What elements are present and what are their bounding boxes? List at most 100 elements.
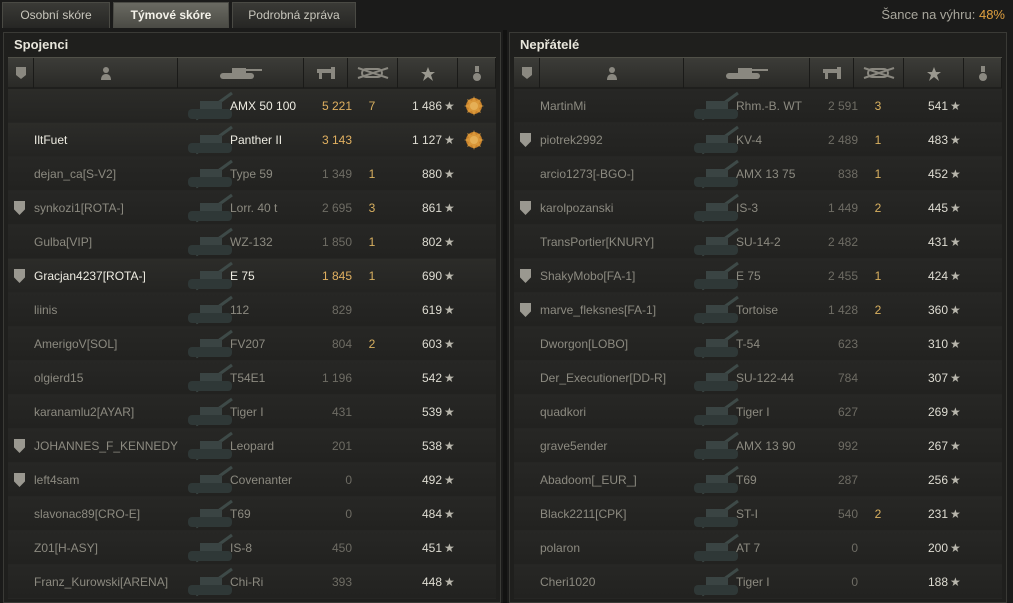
player-row[interactable]: Gulba[VIP] WZ-132 1 850 1 802 ★ bbox=[8, 225, 496, 259]
tank-name: T69 bbox=[230, 507, 251, 521]
player-row[interactable]: Der_Executioner[DD-R] SU-122-44 784 307 ★ bbox=[514, 361, 1002, 395]
tank-name: Panther II bbox=[230, 133, 283, 147]
points-value: 307 bbox=[927, 371, 948, 385]
medal-cell bbox=[969, 395, 997, 429]
player-row[interactable]: quadkori Tiger I 627 269 ★ bbox=[514, 395, 1002, 429]
kills-value bbox=[363, 531, 381, 565]
medal-cell bbox=[969, 191, 997, 225]
kills-value: 2 bbox=[368, 337, 376, 351]
tank-name: Tiger I bbox=[736, 405, 770, 419]
enemies-panel: Nepřátelé MartinMi Rhm.-B. WT 2 591 3 541 ★ pi… bbox=[509, 32, 1007, 603]
tab-detailed-report[interactable]: Podrobná zpráva bbox=[232, 2, 356, 28]
player-row[interactable]: AmerigoV[SOL] FV207 804 2 603 ★ bbox=[8, 327, 496, 361]
star-icon: ★ bbox=[444, 405, 455, 419]
tank-name: E 75 bbox=[736, 269, 761, 283]
kills-value bbox=[363, 123, 381, 157]
player-row[interactable]: liinis 112 829 619 ★ bbox=[8, 293, 496, 327]
clan-badge-icon bbox=[14, 269, 25, 283]
kills-value: 1 bbox=[874, 133, 882, 147]
player-row[interactable]: synkozi1[ROTA-] Lorr. 40 t 2 695 3 861 ★ bbox=[8, 191, 496, 225]
player-row[interactable]: Cheri1020 Tiger I 0 188 ★ bbox=[514, 565, 1002, 599]
player-row[interactable]: dejan_ca[S-V2] Type 59 1 349 1 880 ★ bbox=[8, 157, 496, 191]
column-header-tank[interactable] bbox=[684, 58, 810, 88]
column-header-damage[interactable] bbox=[810, 58, 854, 88]
player-row[interactable]: olgierd15 T54E1 1 196 542 ★ bbox=[8, 361, 496, 395]
points-value: 492 bbox=[421, 473, 442, 487]
tank-name: Type 59 bbox=[230, 167, 273, 181]
column-header-tank[interactable] bbox=[178, 58, 304, 88]
tank-name: Tortoise bbox=[736, 303, 779, 317]
enemies-rows: MartinMi Rhm.-B. WT 2 591 3 541 ★ piotrek2992 K… bbox=[514, 89, 1002, 599]
badge-cell bbox=[520, 225, 534, 259]
star-icon: ★ bbox=[444, 167, 455, 181]
kills-value: 1 bbox=[368, 167, 376, 181]
column-header-player[interactable] bbox=[540, 58, 684, 88]
kills-value: 1 bbox=[368, 269, 376, 283]
achievement-medal-icon[interactable] bbox=[463, 130, 485, 154]
points-value: 267 bbox=[927, 439, 948, 453]
player-row[interactable]: Franz_Kurowski[ARENA] Chi-Ri 393 448 ★ bbox=[8, 565, 496, 599]
column-header-kills[interactable] bbox=[348, 58, 398, 88]
column-header-badge[interactable] bbox=[8, 58, 34, 88]
column-header-badge[interactable] bbox=[514, 58, 540, 88]
player-row[interactable]: IltFuet Panther II 3 143 1 127 ★ bbox=[8, 123, 496, 157]
tab-team-score[interactable]: Týmové skóre bbox=[113, 2, 229, 28]
player-row[interactable]: Black2211[CPK] ST-I 540 2 231 ★ bbox=[514, 497, 1002, 531]
badge-cell bbox=[520, 463, 534, 497]
points-value: 483 bbox=[927, 133, 948, 147]
player-name: Gulba[VIP] bbox=[34, 235, 93, 249]
player-row[interactable]: AMX 50 100 5 221 7 1 486★ 2 bbox=[8, 89, 496, 123]
player-row[interactable]: left4sam Covenanter 0 492 ★ bbox=[8, 463, 496, 497]
points-icon bbox=[926, 66, 942, 85]
player-row[interactable]: arcio1273[-BGO-] AMX 13 75 838 1 452 ★ bbox=[514, 157, 1002, 191]
column-header-damage[interactable] bbox=[304, 58, 348, 88]
player-row[interactable]: Gracjan4237[ROTA-] E 75 1 845 1 690 ★ bbox=[8, 259, 496, 293]
tab-personal-score[interactable]: Osobní skóre bbox=[2, 2, 110, 28]
column-header-kills[interactable] bbox=[854, 58, 904, 88]
points-value: 256 bbox=[927, 473, 948, 487]
column-header-medal[interactable] bbox=[964, 58, 1002, 88]
badge-cell bbox=[14, 497, 28, 531]
medal-cell bbox=[463, 327, 491, 361]
points-value: 619 bbox=[421, 303, 442, 317]
player-row[interactable]: JOHANNES_F_KENNEDY Leopard 201 538 ★ bbox=[8, 429, 496, 463]
points-value: 451 bbox=[421, 541, 442, 555]
column-header-player[interactable] bbox=[34, 58, 178, 88]
medal-cell bbox=[463, 157, 491, 191]
player-row[interactable]: Abadoom[_EUR_] T69 287 256 ★ bbox=[514, 463, 1002, 497]
player-row[interactable]: TransPortier[KNURY] SU-14-2 2 482 431 ★ bbox=[514, 225, 1002, 259]
badge-cell bbox=[14, 565, 28, 599]
player-row[interactable]: grave5ender AMX 13 90 992 267 ★ bbox=[514, 429, 1002, 463]
medal-cell bbox=[969, 89, 997, 123]
achievement-medal-icon[interactable]: 2 bbox=[463, 96, 485, 120]
player-row[interactable]: ShakyMobo[FA-1] E 75 2 455 1 424 ★ bbox=[514, 259, 1002, 293]
tank-name: Chi-Ri bbox=[230, 575, 264, 589]
medal-cell bbox=[463, 191, 491, 225]
column-header-medal[interactable] bbox=[458, 58, 496, 88]
kills-value bbox=[363, 395, 381, 429]
player-row[interactable]: piotrek2992 KV-4 2 489 1 483 ★ bbox=[514, 123, 1002, 157]
player-row[interactable]: slavonac89[CRO-E] T69 0 484 ★ bbox=[8, 497, 496, 531]
column-header-points[interactable] bbox=[398, 58, 458, 88]
star-icon: ★ bbox=[950, 269, 961, 283]
player-row[interactable]: marve_fleksnes[FA-1] Tortoise 1 428 2 360 ★ bbox=[514, 293, 1002, 327]
player-row[interactable]: Dworgon[LOBO] T-54 623 310 ★ bbox=[514, 327, 1002, 361]
player-name: IltFuet bbox=[34, 133, 68, 147]
points-value: 310 bbox=[927, 337, 948, 351]
player-row[interactable]: karanamlu2[AYAR] Tiger I 431 539 ★ bbox=[8, 395, 496, 429]
player-name: arcio1273[-BGO-] bbox=[540, 167, 635, 181]
tank-name: Leopard bbox=[230, 439, 275, 453]
player-name: polaron bbox=[540, 541, 581, 555]
allies-title: Spojenci bbox=[14, 37, 69, 52]
player-row[interactable]: MartinMi Rhm.-B. WT 2 591 3 541 ★ bbox=[514, 89, 1002, 123]
badge-cell bbox=[14, 89, 28, 123]
column-header-points[interactable] bbox=[904, 58, 964, 88]
player-row[interactable]: polaron AT 7 0 200 ★ bbox=[514, 531, 1002, 565]
star-icon: ★ bbox=[444, 473, 455, 487]
player-name: Dworgon[LOBO] bbox=[540, 337, 629, 351]
player-row[interactable]: karolpozanski IS-3 1 449 2 445 ★ bbox=[514, 191, 1002, 225]
damage-value: 1 196 bbox=[321, 371, 352, 385]
player-row[interactable]: Z01[H-ASY] IS-8 450 451 ★ bbox=[8, 531, 496, 565]
tank-name: SU-14-2 bbox=[736, 235, 781, 249]
badge-cell bbox=[14, 531, 28, 565]
